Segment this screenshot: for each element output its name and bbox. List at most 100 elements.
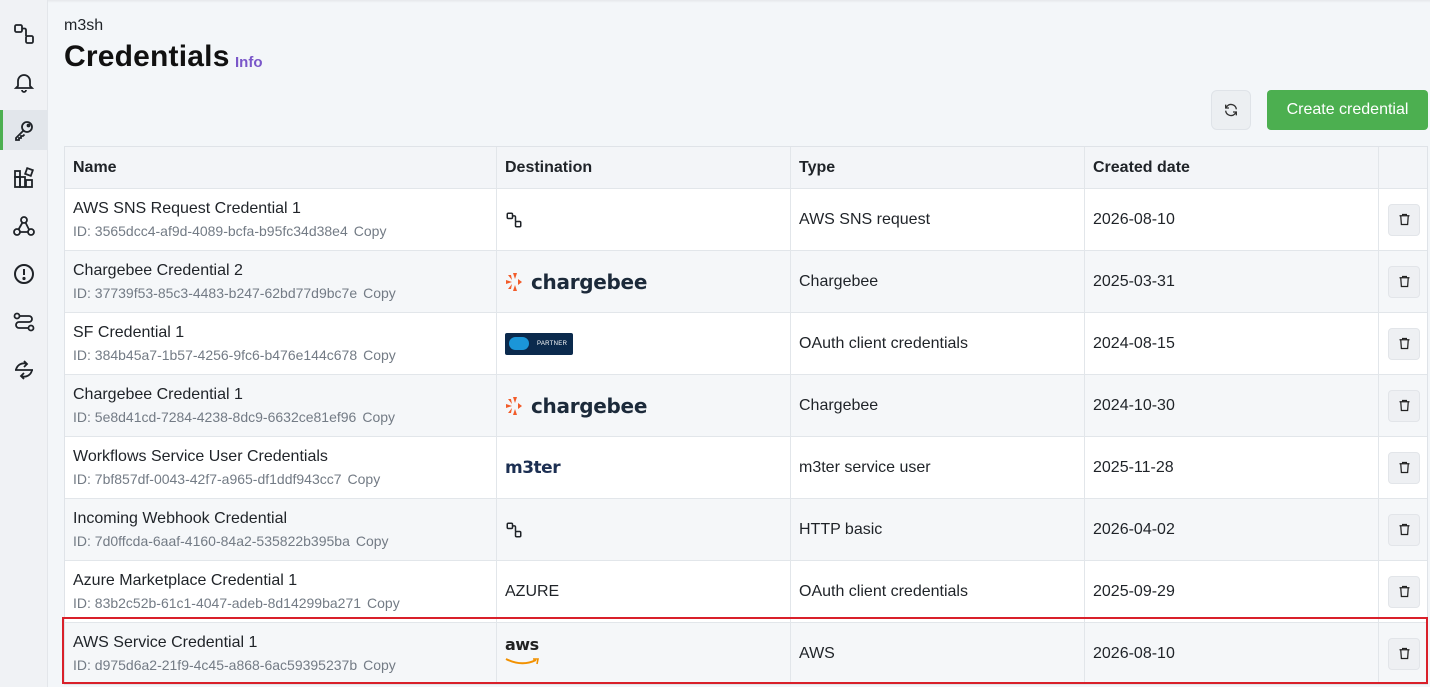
trash-icon [1399,647,1409,660]
credential-id: 83b2c52b-61c1-4047-adeb-8d14299ba271 [94,595,362,611]
info-link[interactable]: Info [235,54,263,71]
cell-created-date: 2025-03-31 [1085,251,1379,312]
sidebar-item-sync[interactable] [0,350,48,390]
column-header-destination[interactable]: Destination [497,147,791,188]
destination-text: AZURE [505,582,560,600]
sync-icon [15,360,33,380]
column-header-created-date[interactable]: Created date [1085,147,1379,188]
sidebar-item-webhooks[interactable] [0,206,48,246]
cell-type: OAuth client credentials [791,561,1085,622]
cell-actions [1379,251,1429,312]
cell-name: Chargebee Credential 1 ID: 5e8d41cd-7284-… [65,375,497,436]
column-header-actions [1379,147,1429,188]
credential-name[interactable]: Chargebee Credential 2 [73,262,496,280]
column-header-type[interactable]: Type [791,147,1085,188]
cell-destination: PARTNER [497,313,791,374]
trash-icon [1399,213,1409,226]
table-row[interactable]: AWS Service Credential 1 ID: d975d6a2-21f… [65,622,1427,684]
copy-id-button[interactable]: Copy [354,223,387,239]
chargebee-logo-text: chargebee [531,269,648,294]
sidebar-item-credentials[interactable] [0,110,48,150]
credential-name[interactable]: AWS SNS Request Credential 1 [73,200,496,218]
page-title: Credentials [64,40,230,73]
delete-button[interactable] [1388,637,1420,670]
credential-id-prefix: ID: [73,285,95,301]
m3ter-logo-text: m3ter [505,457,561,478]
delete-button[interactable] [1388,327,1420,360]
copy-id-button[interactable]: Copy [363,285,396,301]
sidebar-item-apps[interactable] [0,158,48,198]
sidebar-item-workflows[interactable] [0,302,48,342]
cell-actions [1379,623,1429,684]
table-row[interactable]: Incoming Webhook Credential ID: 7d0ffcda-… [65,498,1427,560]
cell-destination: chargebee [497,251,791,312]
cell-name: Chargebee Credential 2 ID: 37739f53-85c3-… [65,251,497,312]
cell-created-date: 2026-04-02 [1085,499,1379,560]
delete-button[interactable] [1388,575,1420,608]
create-credential-button[interactable]: Create credential [1267,90,1428,130]
copy-id-button[interactable]: Copy [362,409,395,425]
cell-name: AWS SNS Request Credential 1 ID: 3565dcc4… [65,189,497,250]
table-row[interactable]: Workflows Service User Credentials ID: 7b… [65,436,1427,498]
credential-name[interactable]: AWS Service Credential 1 [73,634,496,652]
delete-button[interactable] [1388,513,1420,546]
credential-name[interactable]: SF Credential 1 [73,324,496,342]
cell-type: Chargebee [791,251,1085,312]
credential-name[interactable]: Chargebee Credential 1 [73,386,496,404]
cell-name: SF Credential 1 ID: 384b45a7-1b57-4256-9f… [65,313,497,374]
trash-icon [1399,337,1409,350]
cell-type: Chargebee [791,375,1085,436]
credential-name[interactable]: Azure Marketplace Credential 1 [73,572,496,590]
copy-id-button[interactable]: Copy [363,657,396,673]
copy-id-button[interactable]: Copy [363,347,396,363]
cell-destination: AZURE [497,561,791,622]
sidebar-item-integrations[interactable] [0,14,48,54]
delete-button[interactable] [1388,389,1420,422]
delete-button[interactable] [1388,451,1420,484]
credential-id: 384b45a7-1b57-4256-9fc6-b476e144c678 [94,347,358,363]
cell-actions [1379,437,1429,498]
table-row[interactable]: SF Credential 1 ID: 384b45a7-1b57-4256-9f… [65,312,1427,374]
trash-icon [1399,461,1409,474]
cell-created-date: 2026-08-10 [1085,189,1379,250]
cell-actions [1379,313,1429,374]
credential-id: 3565dcc4-af9d-4089-bcfa-b95fc34d38e4 [94,223,348,239]
copy-id-button[interactable]: Copy [356,533,389,549]
trash-icon [1399,523,1409,536]
main-content: m3sh Credentials Info Create credential … [48,0,1430,687]
aws-logo-text: aws [505,634,539,654]
cell-actions [1379,499,1429,560]
cell-name: Incoming Webhook Credential ID: 7d0ffcda-… [65,499,497,560]
table-header: Name Destination Type Created date [65,147,1427,188]
table-row[interactable]: Azure Marketplace Credential 1 ID: 83b2c5… [65,560,1427,622]
credential-id-prefix: ID: [73,657,95,673]
delete-button[interactable] [1388,203,1420,236]
table-row[interactable]: Chargebee Credential 1 ID: 5e8d41cd-7284-… [65,374,1427,436]
credential-id-prefix: ID: [73,471,95,487]
cell-destination: chargebee [497,375,791,436]
copy-id-button[interactable]: Copy [367,595,400,611]
credential-id-line: ID: 7bf857df-0043-42f7-a965-df1ddf943cc7… [73,471,496,487]
credential-name[interactable]: Incoming Webhook Credential [73,510,496,528]
cell-destination [497,499,791,560]
cell-name: AWS Service Credential 1 ID: d975d6a2-21f… [65,623,497,684]
credential-id-line: ID: 3565dcc4-af9d-4089-bcfa-b95fc34d38e4… [73,223,496,239]
credential-id-line: ID: 7d0ffcda-6aaf-4160-84a2-535822b395ba… [73,533,496,549]
copy-id-button[interactable]: Copy [348,471,381,487]
integration-icon [506,522,522,537]
chargebee-logo: chargebee [505,270,790,294]
sidebar-item-notifications[interactable] [0,62,48,102]
cell-type: OAuth client credentials [791,313,1085,374]
table-row[interactable]: AWS SNS Request Credential 1 ID: 3565dcc4… [65,188,1427,250]
table-row[interactable]: Chargebee Credential 2 ID: 37739f53-85c3-… [65,250,1427,312]
credential-name[interactable]: Workflows Service User Credentials [73,448,496,466]
trash-icon [1399,275,1409,288]
cell-created-date: 2025-09-29 [1085,561,1379,622]
refresh-button[interactable] [1211,90,1251,130]
cell-name: Azure Marketplace Credential 1 ID: 83b2c5… [65,561,497,622]
delete-button[interactable] [1388,265,1420,298]
trash-icon [1399,399,1409,412]
aws-smile-icon [505,657,539,664]
column-header-name[interactable]: Name [65,147,497,188]
sidebar-item-alerts[interactable] [0,254,48,294]
